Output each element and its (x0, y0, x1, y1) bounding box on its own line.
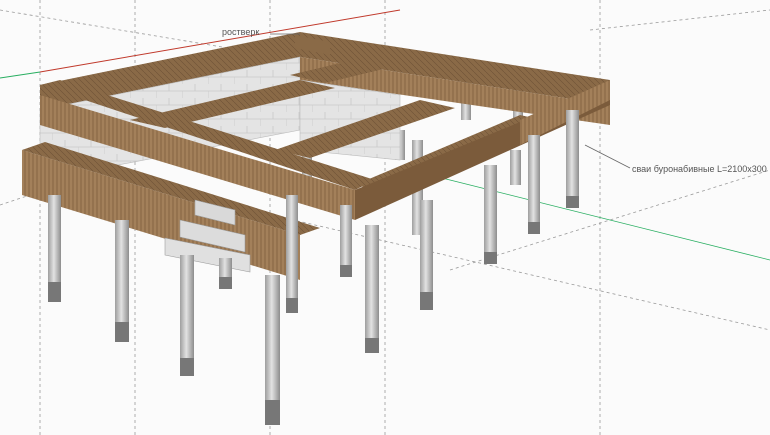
pile (484, 165, 497, 264)
pile (340, 205, 352, 277)
pile (48, 195, 61, 302)
pile (528, 135, 540, 234)
pile (219, 258, 232, 289)
leader-piles (584, 144, 631, 169)
guide-line (249, 209, 770, 331)
pile (420, 200, 433, 310)
pile (115, 220, 129, 342)
grillage (22, 32, 610, 280)
pile (566, 110, 579, 208)
foundation-model-drawing: ростверк сваи буронабивные L=2100x300 (0, 0, 770, 435)
3d-model-viewport[interactable]: ростверк сваи буронабивные L=2100x300 (0, 0, 770, 435)
label-grillage: ростверк (222, 27, 259, 37)
label-piles: сваи буронабивные L=2100x300 (632, 164, 767, 174)
guide-line (589, 9, 770, 31)
pile (286, 195, 298, 313)
pile (365, 225, 379, 353)
pile (180, 255, 194, 376)
pile (265, 275, 280, 425)
pile (510, 150, 521, 185)
